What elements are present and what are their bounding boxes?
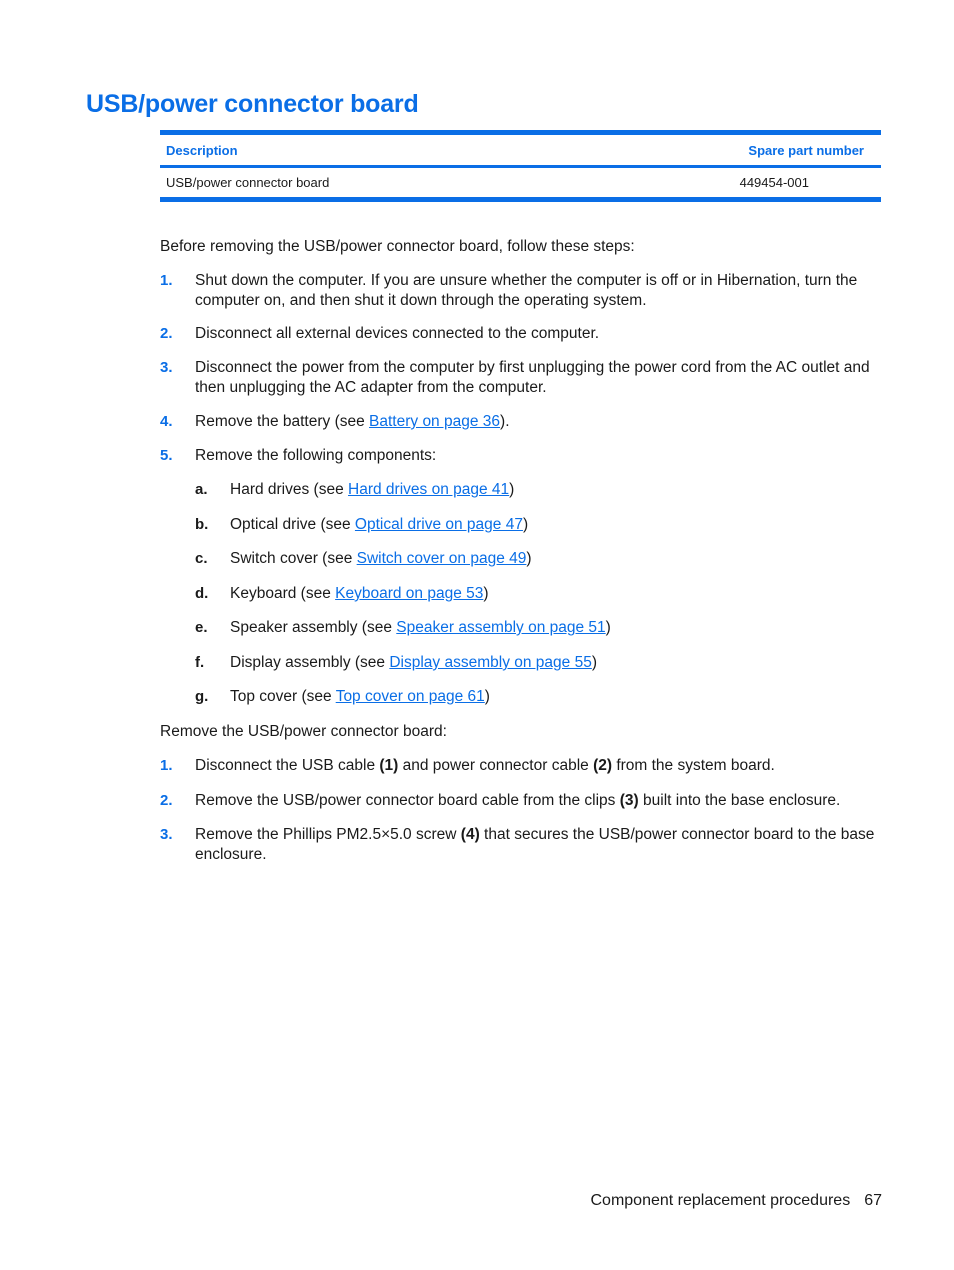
table-row: USB/power connector board 449454-001 — [160, 168, 881, 197]
step-text: Remove the battery (see Battery on page … — [195, 412, 884, 432]
cell-spare-part-number: 449454-001 — [739, 175, 809, 190]
prep-step: 3. Disconnect the power from the compute… — [160, 358, 884, 398]
item-text-pre: Keyboard (see — [230, 585, 336, 602]
step-text-pre: Remove the battery (see — [195, 413, 370, 430]
component-item: e. Speaker assembly (see Speaker assembl… — [195, 618, 611, 638]
text-segment: Remove the Phillips PM2.5×5.0 screw — [195, 826, 461, 843]
step-text: Disconnect all external devices connecte… — [195, 325, 600, 342]
intro-text: Before removing the USB/power connector … — [160, 238, 635, 255]
step-text: Remove the Phillips PM2.5×5.0 screw (4) … — [195, 825, 884, 865]
keyboard-link[interactable]: Keyboard on page 53 — [335, 585, 483, 602]
callout-ref: (1) — [379, 757, 399, 774]
item-text-pre: Hard drives (see — [230, 481, 349, 498]
text-segment: Remove the USB/power connector board cab… — [195, 792, 620, 809]
item-text-post: ) — [522, 516, 529, 533]
footer-section-title: Component replacement procedures — [590, 1192, 851, 1209]
step-number: 2. — [160, 792, 173, 809]
item-letter: c. — [195, 550, 208, 567]
page-footer: Component replacement procedures 67 — [591, 1192, 883, 1210]
display-assembly-link[interactable]: Display assembly on page 55 — [389, 654, 591, 671]
component-item: b. Optical drive (see Optical drive on p… — [195, 515, 528, 535]
step-number: 1. — [160, 757, 173, 774]
step-number: 2. — [160, 325, 173, 342]
callout-ref: (2) — [593, 757, 613, 774]
item-text-post: ) — [605, 619, 611, 636]
text-segment: and power connector cable — [398, 757, 594, 774]
cell-description: USB/power connector board — [166, 175, 330, 190]
item-text-post: ) — [509, 481, 515, 498]
item-text: Switch cover (see Switch cover on page 4… — [230, 549, 532, 569]
text-segment: Disconnect the USB cable — [195, 757, 380, 774]
item-text-pre: Optical drive (see — [230, 516, 355, 533]
item-text-pre: Speaker assembly (see — [230, 619, 397, 636]
item-letter: a. — [195, 481, 208, 498]
item-letter: f. — [195, 654, 205, 671]
component-item: d. Keyboard (see Keyboard on page 53) — [195, 584, 489, 604]
item-text: Optical drive (see Optical drive on page… — [230, 515, 528, 535]
remove-step: 1. Disconnect the USB cable (1) and powe… — [160, 756, 884, 776]
remove-intro-text: Remove the USB/power connector board: — [160, 723, 447, 740]
step-text: Shut down the computer. If you are unsur… — [195, 272, 858, 309]
text-segment: from the system board. — [612, 757, 775, 774]
step-text: Remove the USB/power connector board cab… — [195, 791, 884, 811]
switch-cover-link[interactable]: Switch cover on page 49 — [357, 550, 527, 567]
item-letter: b. — [195, 516, 209, 533]
component-item: f. Display assembly (see Display assembl… — [195, 653, 597, 673]
callout-ref: (3) — [619, 792, 639, 809]
item-text: Hard drives (see Hard drives on page 41) — [230, 480, 514, 500]
item-text-post: ) — [484, 688, 490, 705]
table-bottom-rule — [160, 197, 881, 202]
step-text-post: ). — [500, 413, 510, 430]
item-text: Keyboard (see Keyboard on page 53) — [230, 584, 489, 604]
step-number: 1. — [160, 272, 173, 289]
item-text: Speaker assembly (see Speaker assembly o… — [230, 618, 611, 638]
item-text-post: ) — [483, 585, 489, 602]
item-text-pre: Top cover (see — [230, 688, 336, 705]
spare-parts-table: Description Spare part number USB/power … — [160, 130, 881, 202]
column-header-description: Description — [166, 142, 238, 158]
battery-link[interactable]: Battery on page 36 — [369, 413, 500, 430]
step-text: Disconnect the power from the computer b… — [195, 359, 870, 396]
step-number: 4. — [160, 413, 173, 430]
optical-drive-link[interactable]: Optical drive on page 47 — [355, 516, 523, 533]
step-text: Disconnect the USB cable (1) and power c… — [195, 756, 884, 776]
item-text-post: ) — [526, 550, 532, 567]
column-header-spare-part-number: Spare part number — [748, 142, 864, 158]
component-item: g. Top cover (see Top cover on page 61) — [195, 687, 490, 707]
component-item: a. Hard drives (see Hard drives on page … — [195, 480, 514, 500]
step-number: 5. — [160, 447, 173, 464]
item-text: Display assembly (see Display assembly o… — [230, 653, 597, 673]
prep-step: 5. Remove the following components: — [160, 446, 884, 466]
component-item: c. Switch cover (see Switch cover on pag… — [195, 549, 532, 569]
hard-drives-link[interactable]: Hard drives on page 41 — [348, 481, 509, 498]
item-text-pre: Display assembly (see — [230, 654, 390, 671]
prep-step: 1. Shut down the computer. If you are un… — [160, 271, 884, 311]
item-text-post: ) — [591, 654, 598, 671]
item-text-pre: Switch cover (see — [230, 550, 357, 567]
remove-step: 3. Remove the Phillips PM2.5×5.0 screw (… — [160, 825, 884, 865]
step-number: 3. — [160, 359, 173, 376]
top-cover-link[interactable]: Top cover on page 61 — [336, 688, 485, 705]
item-letter: d. — [195, 585, 209, 602]
item-letter: g. — [195, 688, 209, 705]
page-title: USB/power connector board — [86, 90, 419, 118]
prep-step: 4. Remove the battery (see Battery on pa… — [160, 412, 884, 432]
page-number: 67 — [864, 1192, 882, 1209]
item-letter: e. — [195, 619, 208, 636]
table-header-row: Description Spare part number — [160, 135, 881, 165]
step-text: Remove the following components: — [195, 447, 437, 464]
remove-step: 2. Remove the USB/power connector board … — [160, 791, 884, 811]
step-number: 3. — [160, 826, 173, 843]
text-segment: built into the base enclosure. — [638, 792, 841, 809]
prep-step: 2. Disconnect all external devices conne… — [160, 324, 884, 344]
item-text: Top cover (see Top cover on page 61) — [230, 687, 490, 707]
speaker-assembly-link[interactable]: Speaker assembly on page 51 — [396, 619, 605, 636]
callout-ref: (4) — [460, 826, 480, 843]
